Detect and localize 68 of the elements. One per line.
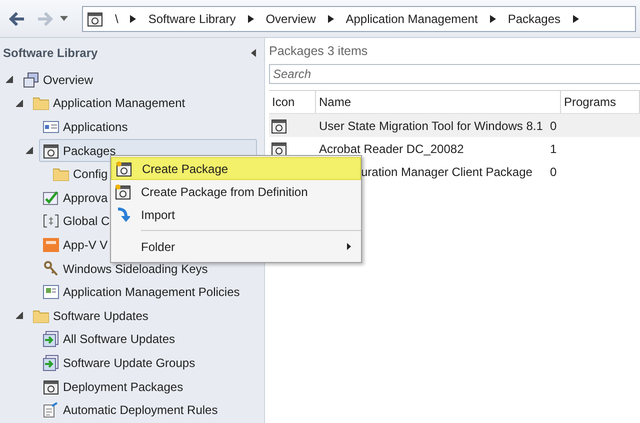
- stack-icon: [23, 72, 39, 88]
- window-icon: [43, 285, 59, 300]
- key-icon: [43, 260, 59, 277]
- package-icon: [271, 118, 287, 134]
- expand-icon[interactable]: [16, 100, 23, 107]
- chevron-icon[interactable]: [328, 14, 334, 22]
- submenu-arrow-icon: [347, 243, 351, 250]
- tree-item[interactable]: Software Update Groups: [39, 351, 200, 374]
- window-icon: [43, 120, 59, 134]
- package-icon: [43, 142, 59, 159]
- update-icon: [43, 354, 59, 371]
- tree-item[interactable]: App-V V: [39, 233, 112, 256]
- menu-item[interactable]: Create Package: [111, 157, 361, 180]
- table-cell: 0: [550, 118, 557, 132]
- tree-item[interactable]: Applications: [39, 115, 132, 138]
- package-icon: [43, 378, 59, 395]
- tree-item[interactable]: All Software Updates: [39, 328, 180, 351]
- folder-icon: [53, 167, 69, 182]
- breadcrumb-item[interactable]: Software Library: [148, 12, 236, 26]
- collapse-icon[interactable]: [251, 49, 256, 57]
- tree-item[interactable]: Software Updates: [29, 304, 152, 328]
- chevron-icon[interactable]: [248, 14, 254, 22]
- package-icon: [116, 160, 132, 176]
- tree-item[interactable]: Deployment Packages: [39, 375, 188, 398]
- chevron-icon[interactable]: [490, 14, 496, 22]
- chevron-icon[interactable]: [130, 14, 136, 22]
- update-icon: [43, 331, 59, 348]
- tree-item[interactable]: Approva: [39, 186, 112, 210]
- column-header[interactable]: Programs: [561, 91, 640, 113]
- document-icon: [43, 402, 59, 418]
- menu-item[interactable]: Folder: [111, 235, 361, 258]
- tree-item[interactable]: Global C: [39, 210, 114, 233]
- brackets-icon: [43, 213, 59, 230]
- tree-item[interactable]: Config: [49, 162, 112, 186]
- column-header[interactable]: Name: [316, 91, 561, 113]
- package-icon: [87, 10, 103, 26]
- folder-icon: [33, 308, 49, 323]
- tree-item[interactable]: Application Management Policies: [39, 280, 244, 304]
- package-icon: [115, 184, 131, 200]
- table-row[interactable]: User State Migration Tool for Windows 8.1 0: [269, 114, 640, 137]
- chevron-icon[interactable]: [572, 14, 579, 22]
- menu-item[interactable]: Import: [111, 203, 361, 226]
- tree-item[interactable]: Automatic Deployment Rules: [39, 398, 222, 422]
- search-field[interactable]: Search: [269, 64, 640, 84]
- menu-item[interactable]: Create Package from Definition: [111, 180, 361, 203]
- checkmark-icon: [43, 190, 59, 206]
- app-icon: [43, 236, 59, 253]
- table-cell: 1: [550, 142, 557, 156]
- table-cell: uration Manager Client Package: [361, 164, 532, 178]
- view-title: Packages 3 items: [269, 43, 369, 60]
- arrow-icon: [116, 206, 130, 222]
- expand-icon[interactable]: [26, 147, 33, 154]
- breadcrumb-item[interactable]: Application Management: [346, 12, 478, 26]
- caret-icon[interactable]: [60, 16, 68, 22]
- column-header[interactable]: Icon: [269, 91, 316, 113]
- pane-title: Software Library: [3, 46, 98, 60]
- folder-icon: [33, 96, 49, 110]
- breadcrumb-item[interactable]: Packages: [508, 12, 561, 26]
- expand-icon[interactable]: [16, 312, 23, 320]
- expand-icon[interactable]: [6, 76, 13, 84]
- table-cell: Acrobat Reader DC_20082: [319, 142, 464, 156]
- tree-item[interactable]: Overview: [19, 68, 98, 92]
- breadcrumb-item[interactable]: \: [115, 12, 118, 26]
- table-cell: User State Migration Tool for Windows 8.1: [319, 118, 543, 132]
- tree-item[interactable]: Application Management: [29, 92, 190, 115]
- table-cell: 0: [550, 164, 557, 178]
- breadcrumb-item[interactable]: Overview: [266, 12, 316, 26]
- tree-item[interactable]: Windows Sideloading Keys: [39, 257, 212, 280]
